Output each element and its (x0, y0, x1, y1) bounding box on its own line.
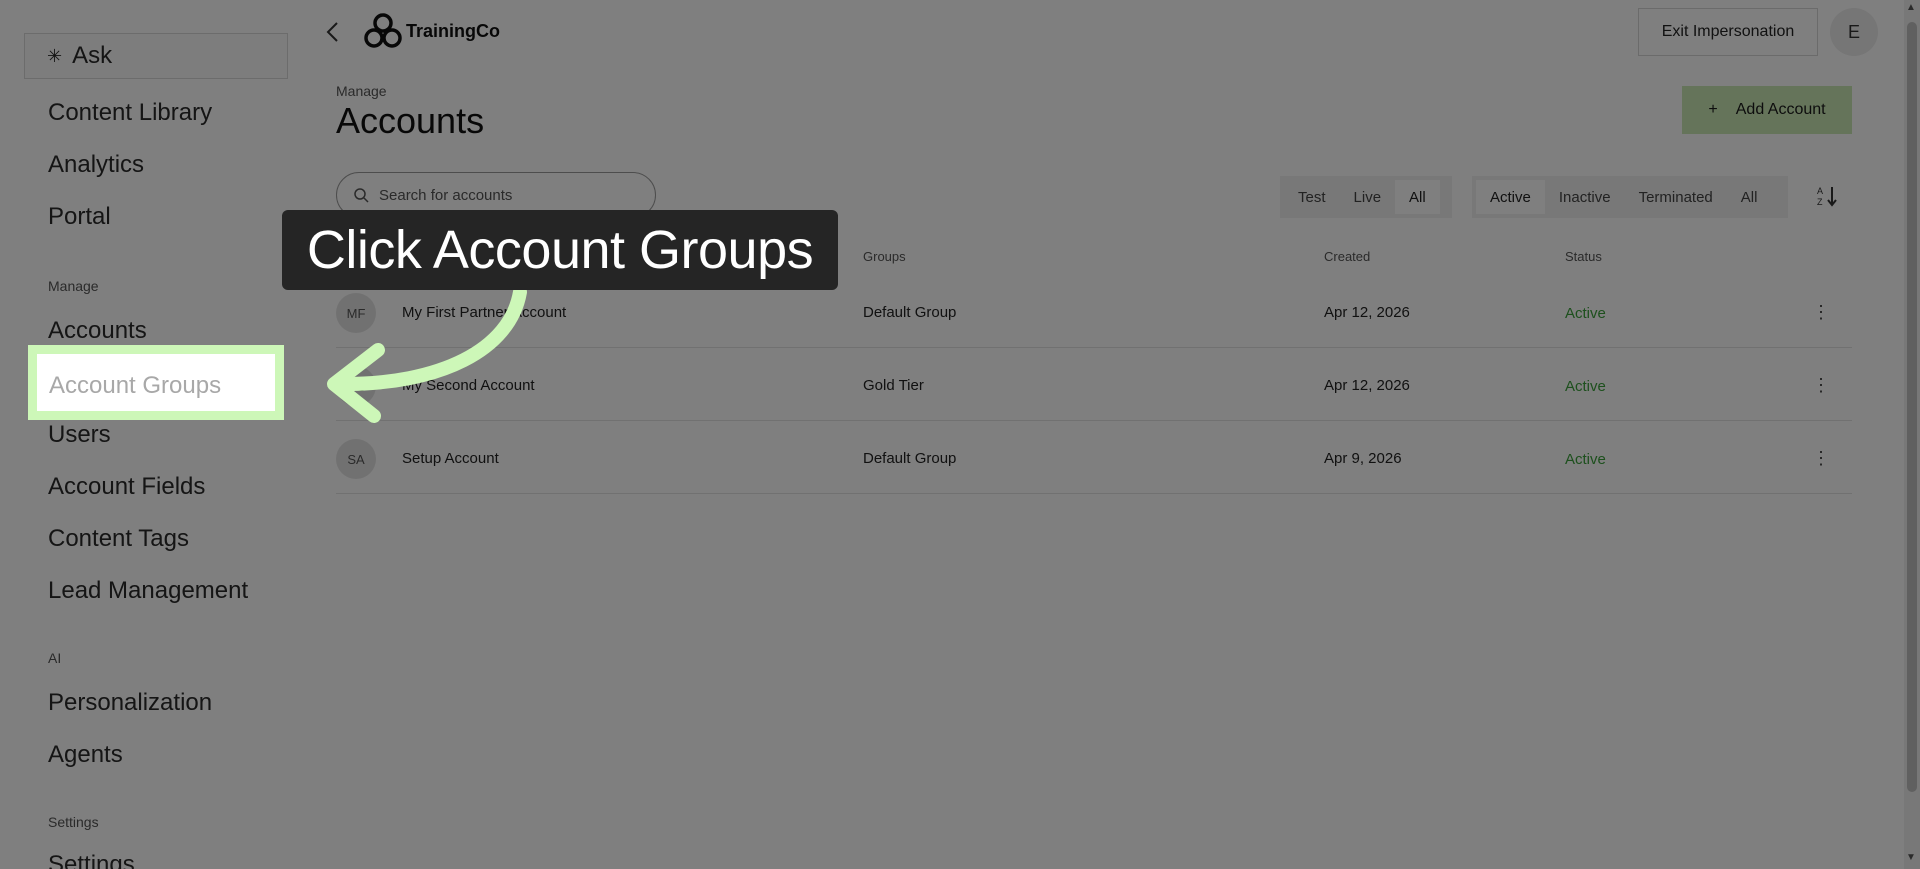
account-avatar: SA (336, 439, 376, 479)
sidebar-item-portal[interactable]: Portal (48, 203, 111, 231)
sidebar-section-ai: AI (48, 650, 62, 666)
sparkle-icon: ✳ (47, 45, 63, 66)
sidebar-item-analytics[interactable]: Analytics (48, 151, 144, 179)
callout-text: Click Account Groups (306, 220, 814, 280)
account-status: Active (1565, 451, 1606, 468)
column-header-groups: Groups (863, 249, 906, 264)
sidebar-item-lead-management[interactable]: Lead Management (48, 577, 248, 605)
sidebar-item-settings[interactable]: Settings (48, 851, 135, 869)
page-title: Accounts (336, 100, 485, 141)
account-status: Active (1565, 378, 1606, 395)
account-avatar: MF (336, 293, 376, 333)
status-filter-all[interactable]: All (1727, 180, 1772, 214)
sidebar-item-personalization[interactable]: Personalization (48, 689, 212, 717)
more-vertical-icon[interactable]: ⋮ (1811, 446, 1831, 470)
account-group: Default Group (863, 304, 957, 321)
env-filter-test[interactable]: Test (1284, 180, 1340, 214)
scrollbar-thumb[interactable] (1907, 22, 1917, 792)
sidebar-item-account-groups-label: Account Groups (49, 372, 222, 399)
account-name[interactable]: Setup Account (402, 450, 499, 467)
account-avatar: MS (336, 366, 376, 406)
sidebar-item-content-library[interactable]: Content Library (48, 99, 212, 127)
account-created: Apr 12, 2026 (1324, 304, 1410, 321)
status-filter-terminated[interactable]: Terminated (1625, 180, 1727, 214)
sidebar-section-settings: Settings (48, 814, 99, 830)
add-account-label: Add Account (1735, 101, 1826, 118)
account-name[interactable]: My First Partner Account (402, 304, 566, 321)
env-filter-all[interactable]: All (1395, 180, 1440, 214)
more-vertical-icon[interactable]: ⋮ (1811, 300, 1831, 324)
search-input[interactable] (379, 186, 639, 204)
ask-label: Ask (72, 42, 113, 69)
back-arrow-icon[interactable] (322, 20, 344, 44)
account-status: Active (1565, 305, 1606, 322)
breadcrumb: Manage (336, 83, 387, 99)
search-icon (354, 188, 369, 203)
trainingco-logo-icon (364, 13, 402, 48)
plus-icon: + (1708, 101, 1718, 118)
exit-impersonation-button[interactable]: Exit Impersonation (1638, 8, 1818, 56)
table-row[interactable]: MS My Second Account Gold Tier Apr 12, 2… (336, 349, 1852, 421)
tutorial-callout: Click Account Groups (282, 210, 838, 290)
sidebar-item-account-groups[interactable]: Account Groups (28, 345, 284, 420)
sidebar-item-account-fields[interactable]: Account Fields (48, 473, 205, 501)
column-header-status: Status (1565, 249, 1602, 264)
add-account-button[interactable]: + Add Account (1682, 86, 1852, 134)
column-header-created: Created (1324, 249, 1371, 264)
sidebar-item-accounts[interactable]: Accounts (48, 317, 147, 345)
status-filter-active[interactable]: Active (1476, 180, 1545, 214)
status-filter: Active Inactive Terminated All (1472, 176, 1788, 218)
sidebar-item-content-tags[interactable]: Content Tags (48, 525, 189, 553)
sidebar: ✳ Ask Content Library Analytics Portal M… (0, 0, 300, 869)
account-created: Apr 9, 2026 (1324, 450, 1402, 467)
sidebar-section-manage: Manage (48, 278, 99, 294)
ask-button[interactable]: ✳ Ask (24, 33, 288, 79)
env-filter-live[interactable]: Live (1340, 180, 1396, 214)
sidebar-item-agents[interactable]: Agents (48, 741, 123, 769)
table-row[interactable]: SA Setup Account Default Group Apr 9, 20… (336, 422, 1852, 494)
account-name[interactable]: My Second Account (402, 377, 535, 394)
scroll-up-icon[interactable]: ▲ (1906, 2, 1916, 13)
svg-text:Z: Z (1817, 197, 1823, 207)
more-vertical-icon[interactable]: ⋮ (1811, 373, 1831, 397)
svg-text:A: A (1817, 186, 1823, 196)
sort-az-icon[interactable]: A Z (1816, 184, 1840, 208)
account-group: Default Group (863, 450, 957, 467)
environment-filter: Test Live All (1280, 176, 1452, 218)
scroll-down-icon[interactable]: ▼ (1906, 852, 1916, 863)
account-group: Gold Tier (863, 377, 924, 394)
sidebar-item-users[interactable]: Users (48, 421, 111, 449)
status-filter-inactive[interactable]: Inactive (1545, 180, 1625, 214)
user-avatar[interactable]: E (1830, 8, 1878, 56)
brand-name: TrainingCo (406, 21, 500, 41)
account-created: Apr 12, 2026 (1324, 377, 1410, 394)
